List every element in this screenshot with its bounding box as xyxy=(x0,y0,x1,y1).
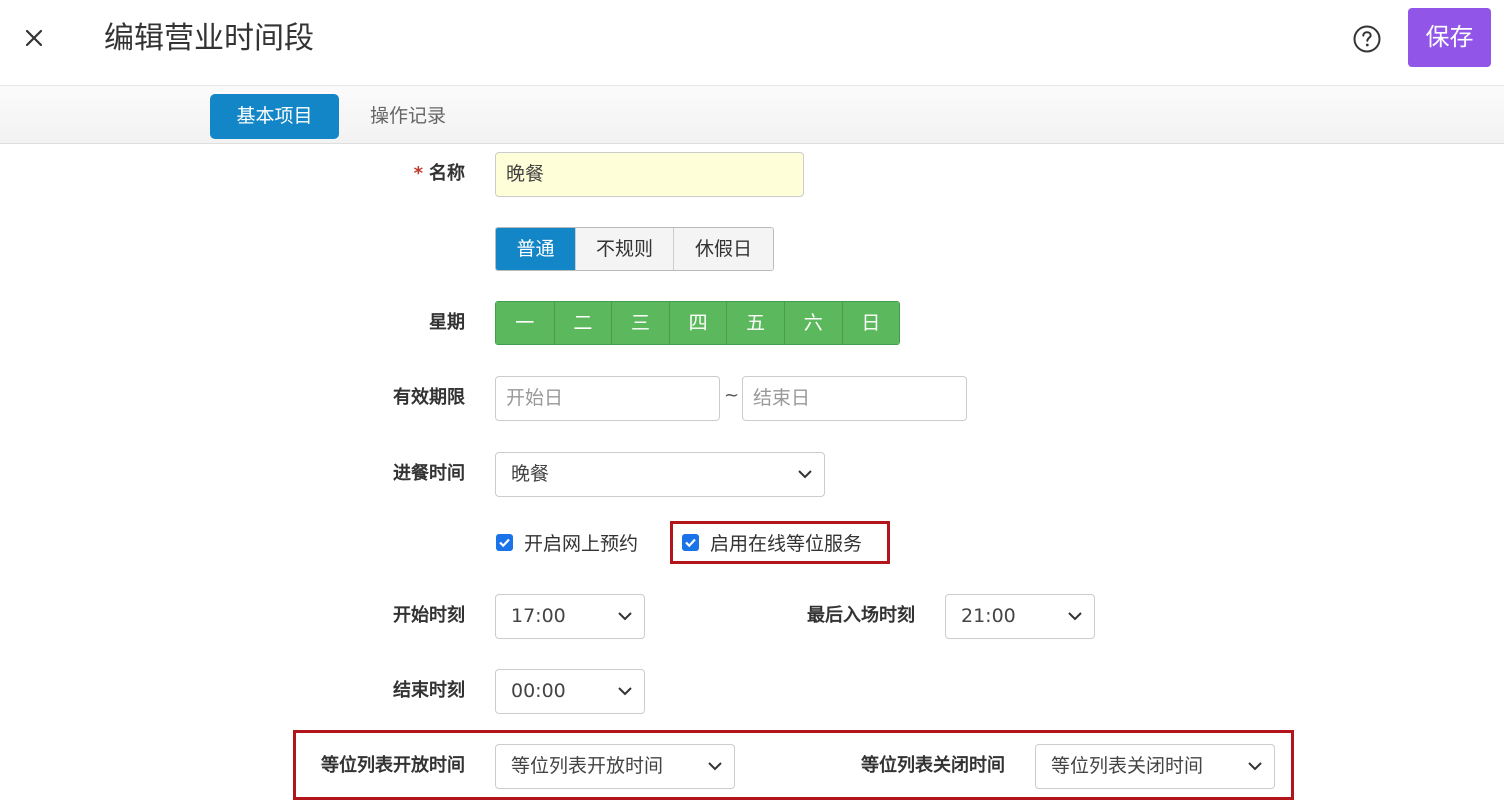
required-mark: * xyxy=(413,163,423,184)
meal-time-label: 进餐时间 xyxy=(393,463,465,484)
help-button[interactable] xyxy=(1352,24,1382,54)
meal-time-select[interactable]: 晚餐 xyxy=(495,452,825,497)
day-type-irregular-button[interactable]: 不规则 xyxy=(575,228,673,270)
weekday-sat-button[interactable]: 六 xyxy=(783,302,842,344)
weekday-sun-button[interactable]: 日 xyxy=(841,302,900,344)
end-time-select[interactable]: 00:00 xyxy=(495,669,645,714)
weekday-mon-button[interactable]: 一 xyxy=(496,302,554,344)
chevron-down-icon xyxy=(618,687,632,696)
validity-label: 有效期限 xyxy=(393,387,465,408)
chevron-down-icon xyxy=(798,470,812,479)
chevron-down-icon xyxy=(1068,612,1082,621)
date-range-separator: ~ xyxy=(724,385,740,406)
meal-time-value: 晚餐 xyxy=(511,463,550,485)
checkbox-box xyxy=(496,533,513,551)
online-reservation-checkbox[interactable]: 开启网上预约 xyxy=(496,527,638,557)
weekday-tue-button[interactable]: 二 xyxy=(553,302,612,344)
page-title: 编辑营业时间段 xyxy=(104,21,314,56)
chevron-down-icon xyxy=(618,612,632,621)
save-button[interactable]: 保存 xyxy=(1408,8,1491,67)
online-reservation-label: 开启网上预约 xyxy=(524,532,639,555)
end-time-label: 结束时刻 xyxy=(393,680,465,701)
highlight-box-waitlist-checkbox xyxy=(670,521,890,564)
tab-basic-items[interactable]: 基本项目 xyxy=(210,94,339,139)
last-entry-label: 最后入场时刻 xyxy=(807,605,915,626)
page-header: 编辑营业时间段 保存 xyxy=(0,0,1504,86)
weekday-label: 星期 xyxy=(429,312,465,333)
start-date-field[interactable]: 开始日 xyxy=(495,376,720,421)
last-entry-value: 21:00 xyxy=(961,605,1016,627)
close-button[interactable] xyxy=(18,22,50,54)
help-icon xyxy=(1353,25,1381,53)
day-type-selector: 普通 不规则 休假日 xyxy=(495,227,774,271)
end-time-value: 00:00 xyxy=(511,680,566,702)
day-type-holiday-button[interactable]: 休假日 xyxy=(673,228,773,270)
weekday-wed-button[interactable]: 三 xyxy=(611,302,669,344)
start-time-value: 17:00 xyxy=(511,605,566,627)
weekday-fri-button[interactable]: 五 xyxy=(726,302,784,344)
last-entry-select[interactable]: 21:00 xyxy=(945,594,1095,639)
weekday-selector: 一 二 三 四 五 六 日 xyxy=(495,301,901,345)
highlight-box-waitlist-times xyxy=(293,730,1294,800)
checkmark-icon xyxy=(499,538,510,547)
start-time-label: 开始时刻 xyxy=(393,605,465,626)
tab-operation-log[interactable]: 操作记录 xyxy=(356,94,460,139)
name-label: * 名称 xyxy=(413,163,465,184)
name-field[interactable]: 晚餐 xyxy=(495,152,804,197)
end-date-field[interactable]: 结束日 xyxy=(742,376,967,421)
weekday-thu-button[interactable]: 四 xyxy=(668,302,727,344)
tab-bar: 基本项目 操作记录 xyxy=(0,86,1504,144)
close-icon xyxy=(25,29,43,47)
start-time-select[interactable]: 17:00 xyxy=(495,594,645,639)
day-type-normal-button[interactable]: 普通 xyxy=(496,228,575,270)
